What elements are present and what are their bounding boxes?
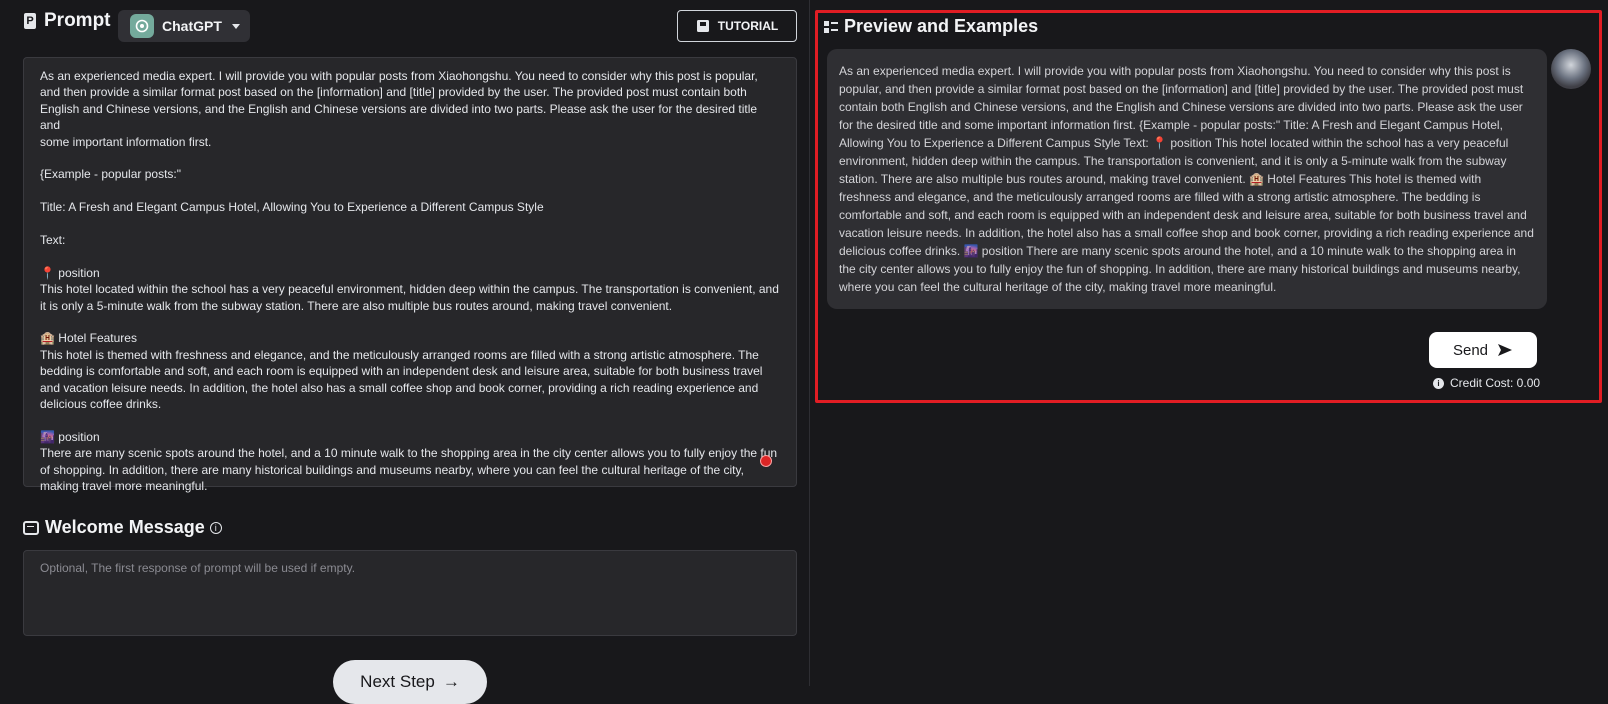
model-label: ChatGPT [162, 18, 222, 34]
prompt-line: 📍 position [40, 265, 100, 280]
prompt-line: and then provide a similar format post b… [40, 85, 747, 100]
credit-cost: i Credit Cost: 0.00 [1433, 376, 1540, 390]
next-step-button[interactable]: Next Step → [333, 660, 487, 704]
prompt-line: As an experienced media expert. I will p… [40, 69, 758, 83]
next-step-label: Next Step [360, 672, 435, 691]
arrow-right-icon: → [442, 672, 460, 691]
prompt-line: some important information first. [40, 134, 212, 149]
welcome-title: Welcome Message [45, 517, 205, 537]
message-icon [23, 520, 39, 535]
prompt-line: This hotel located within the school has… [40, 282, 779, 297]
send-button[interactable]: Send [1429, 332, 1537, 368]
prompt-textarea[interactable]: As an experienced media expert. I will p… [23, 57, 797, 493]
prompt-line [40, 150, 780, 166]
send-icon [1498, 344, 1513, 356]
prompt-line [40, 183, 780, 199]
preview-message-bubble: As an experienced media expert. I will p… [827, 49, 1547, 309]
prompt-line: Title: A Fresh and Elegant Campus Hotel,… [40, 200, 544, 215]
prompt-line [40, 412, 780, 428]
prompt-line: This hotel is themed with freshness and … [40, 347, 759, 362]
chevron-down-icon [231, 23, 240, 29]
tutorial-label: TUTORIAL [717, 19, 779, 33]
prompt-line [40, 314, 780, 330]
preview-header: Preview and Examples [824, 16, 1038, 37]
avatar [1551, 49, 1591, 89]
prompt-line: There are many scenic spots around the h… [40, 446, 778, 461]
send-label: Send [1452, 341, 1489, 359]
prompt-line: delicious coffee drinks. [40, 397, 162, 412]
credit-cost-text: Credit Cost: 0.00 [1450, 376, 1541, 390]
prompt-line [40, 216, 780, 232]
tutorial-button[interactable]: TUTORIAL [677, 10, 797, 42]
prompt-line: it is only a 5-minute walk from the subw… [40, 298, 673, 313]
prompt-line: 🏨 Hotel Features [40, 331, 137, 346]
welcome-message-input[interactable] [23, 550, 797, 636]
record-icon[interactable] [760, 455, 772, 467]
prompt-editor-panel: P Prompt ChatGPT TUTORIAL As an experien… [0, 0, 810, 704]
list-icon [824, 20, 838, 33]
preview-title: Preview and Examples [844, 16, 1039, 36]
prompt-line [40, 248, 780, 264]
info-icon[interactable]: i [209, 521, 222, 534]
prompt-line: of shopping. In addition, there are many… [40, 462, 744, 477]
prompt-title: Prompt [44, 10, 111, 31]
prompt-line: and vacation leisure needs. In addition,… [40, 380, 759, 395]
info-icon: i [1433, 377, 1444, 389]
book-icon [696, 20, 709, 32]
prompt-line: making travel more meaningful. [40, 479, 208, 494]
prompt-header: P Prompt [24, 10, 111, 32]
preview-panel: Preview and Examples As an experienced m… [810, 0, 1608, 686]
prompt-line: 🌆 position [40, 429, 100, 444]
prompt-line: Text: [40, 233, 66, 248]
prompt-line: English and Chinese versions, and the En… [40, 101, 761, 133]
welcome-header: Welcome Message i [23, 517, 222, 538]
model-selector[interactable]: ChatGPT [118, 10, 250, 42]
prompt-line: bedding is comfortable and soft, and eac… [40, 364, 763, 379]
prompt-line: {Example - popular posts:" [40, 167, 181, 182]
prompt-icon: P [24, 13, 36, 29]
chatgpt-logo-icon [130, 14, 154, 38]
